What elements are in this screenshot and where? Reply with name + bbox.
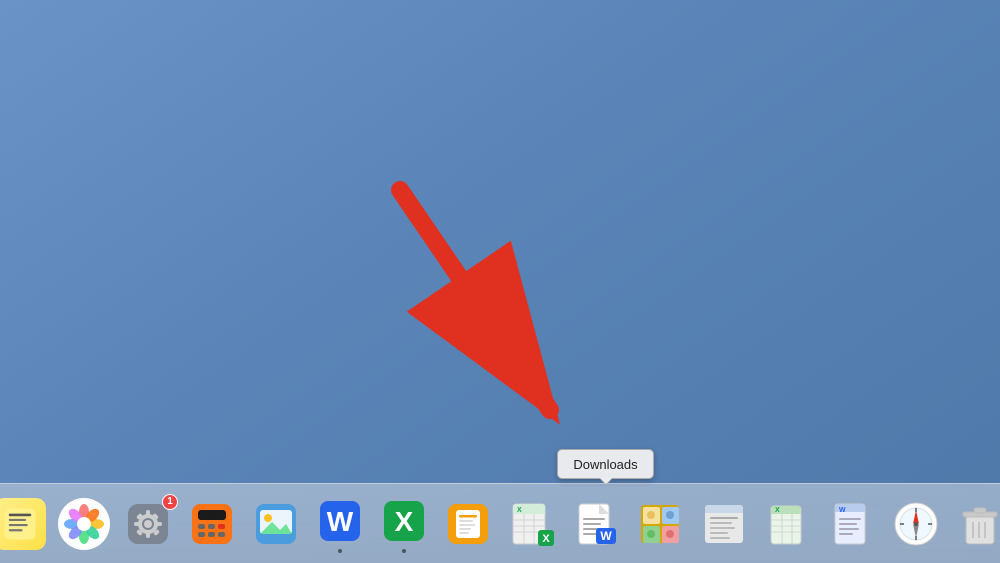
dock-item-photos[interactable] xyxy=(55,495,113,553)
desktop: Downloads xyxy=(0,0,1000,563)
photos-icon xyxy=(58,498,110,550)
tooltip-label: Downloads xyxy=(573,457,637,472)
excel-icon: X xyxy=(378,495,430,547)
spreadsheet-file-icon: X X xyxy=(506,498,558,550)
browser-page-icon xyxy=(698,498,750,550)
word-icon: W xyxy=(314,495,366,547)
dock-item-document-file[interactable]: W xyxy=(567,495,625,553)
svg-text:X: X xyxy=(517,507,522,514)
dock-item-photo-collage[interactable] xyxy=(631,495,689,553)
dock-item-notes[interactable] xyxy=(0,495,49,553)
excel-running-dot xyxy=(402,549,406,553)
svg-text:W: W xyxy=(327,506,354,537)
dock-item-excel-file[interactable]: X xyxy=(759,495,817,553)
dock-item-browser-page[interactable] xyxy=(695,495,753,553)
svg-text:X: X xyxy=(395,506,414,537)
calculator-icon xyxy=(186,498,238,550)
dock-item-safari[interactable] xyxy=(887,495,945,553)
photo-viewer-icon xyxy=(250,498,302,550)
dock-item-word[interactable]: W xyxy=(311,495,369,553)
downloads-tooltip: Downloads xyxy=(557,449,654,479)
dock-item-excel[interactable]: X xyxy=(375,495,433,553)
system-prefs-badge: 1 xyxy=(162,494,178,510)
dock-item-spreadsheet-file[interactable]: X X xyxy=(503,495,561,553)
dock-item-photo-viewer[interactable] xyxy=(247,495,305,553)
excel-file-icon: X xyxy=(762,498,814,550)
dock-item-calculator[interactable] xyxy=(183,495,241,553)
pages-icon xyxy=(442,498,494,550)
svg-text:W: W xyxy=(839,507,846,514)
trash-icon xyxy=(954,498,1000,550)
notes-icon xyxy=(0,498,46,550)
svg-text:W: W xyxy=(600,529,612,543)
word-file-icon: W xyxy=(826,498,878,550)
system-prefs-icon: 1 xyxy=(122,498,174,550)
svg-text:X: X xyxy=(542,533,550,545)
word-running-dot xyxy=(338,549,342,553)
svg-text:X: X xyxy=(775,507,780,514)
photo-collage-icon xyxy=(634,498,686,550)
safari-icon xyxy=(890,498,942,550)
arrow-indicator xyxy=(320,170,620,450)
dock-item-word-file[interactable]: W xyxy=(823,495,881,553)
dock-item-pages[interactable] xyxy=(439,495,497,553)
dock-item-trash[interactable] xyxy=(951,495,1000,553)
dock: 1 xyxy=(0,483,1000,563)
document-file-icon: W xyxy=(570,498,622,550)
dock-item-system-prefs[interactable]: 1 xyxy=(119,495,177,553)
